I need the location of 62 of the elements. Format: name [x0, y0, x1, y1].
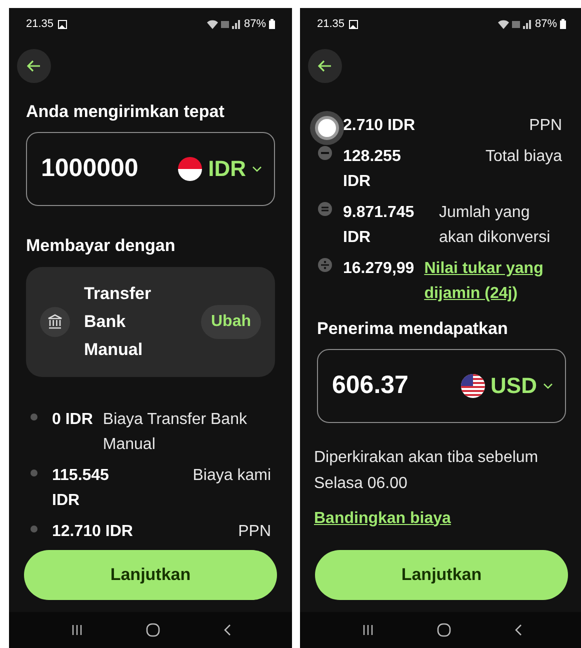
currency-code[interactable]: USD [490, 369, 537, 402]
fee-amount: 9.871.745 IDR [343, 203, 416, 248]
amount-value: 1000000 [41, 152, 138, 184]
amount-field[interactable]: 606.37 USD [317, 348, 566, 422]
amount-field[interactable]: 1000000 IDR [26, 132, 275, 206]
fee-amount: 0 IDR [52, 410, 93, 430]
fee-amount: 12.710 IDR [52, 522, 133, 542]
fee-label: PPN [238, 522, 271, 542]
battery-icon [269, 19, 275, 29]
fee-label: Total biaya [486, 147, 562, 167]
status-time: 21.35 [26, 16, 54, 32]
signal-icon [220, 20, 241, 28]
divide-icon [317, 257, 333, 273]
fee-amount: 2.710 IDR [343, 116, 416, 136]
bullet-icon [30, 469, 38, 477]
wifi-icon [206, 20, 218, 28]
recent-apps-icon[interactable] [70, 624, 82, 636]
fee-amount: 128.255 IDR [343, 147, 402, 192]
compare-fees-link[interactable]: Bandingkan biaya [314, 510, 451, 526]
battery-icon [560, 19, 566, 29]
battery-level: 87% [244, 16, 266, 32]
home-icon[interactable] [146, 623, 160, 637]
fee-label: Jumlah yang akan dikonversi [439, 203, 552, 248]
signal-icon [512, 20, 532, 28]
payment-method-name: Transfer Bank Manual [84, 283, 152, 361]
back-arrow-icon [27, 60, 41, 72]
arrival-estimate: Diperkirakan akan tiba sebelum Selasa 06.00 [313, 448, 540, 494]
recent-apps-icon[interactable] [362, 624, 374, 636]
bank-icon [40, 307, 70, 337]
amount-value: 606.37 [332, 370, 408, 401]
bullet-icon [30, 525, 38, 533]
back-icon[interactable] [222, 624, 230, 636]
back-arrow-icon [318, 60, 332, 72]
flag-icon [460, 374, 485, 398]
rate-link[interactable]: Nilai tukar yang dijamin (24j) [424, 256, 562, 306]
back-button[interactable] [308, 49, 342, 83]
section-heading: Penerima mendapatkan [316, 318, 509, 340]
minus-icon [317, 145, 333, 161]
section-heading: Membayar dengan [25, 234, 176, 257]
section-heading: Anda mengirimkan tepat [25, 101, 226, 123]
status-time: 21.35 [317, 16, 345, 32]
image-icon [58, 20, 67, 28]
wifi-icon [498, 20, 509, 28]
chevron-down-icon [543, 382, 553, 388]
fee-amount: 115.545 IDR [52, 466, 110, 511]
flag-icon [178, 156, 202, 180]
home-icon[interactable] [436, 623, 450, 637]
fee-amount: 16.279,99 [343, 259, 414, 279]
back-button[interactable] [17, 49, 51, 83]
battery-level: 87% [534, 16, 557, 32]
fee-label: Biaya Transfer Bank Manual [102, 410, 248, 455]
image-icon [348, 20, 358, 28]
bullet-icon [30, 413, 38, 421]
back-icon[interactable] [514, 624, 522, 636]
equals-icon [317, 201, 333, 217]
fee-label: Biaya kami [192, 466, 271, 486]
currency-code[interactable]: IDR [208, 152, 246, 185]
chevron-down-icon [252, 166, 262, 172]
fee-label: PPN [529, 116, 562, 136]
change-button[interactable]: Ubah [201, 305, 261, 339]
continue-button[interactable]: Lanjutkan [315, 550, 568, 600]
continue-button[interactable]: Lanjutkan [24, 550, 277, 600]
